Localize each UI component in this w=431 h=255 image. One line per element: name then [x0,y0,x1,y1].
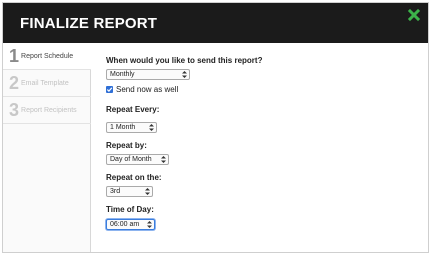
dialog-title: FINALIZE REPORT [20,15,158,32]
step-label: Report Schedule [21,52,74,60]
frequency-value: Monthly [110,71,135,78]
dialog-header: FINALIZE REPORT [3,3,428,43]
select-arrows-icon [149,124,154,131]
finalize-report-dialog: FINALIZE REPORT 1 Report Schedule 2 Emai… [2,2,429,253]
select-arrows-icon [161,156,166,163]
time-of-day-label: Time of Day: [106,205,154,214]
steps-sidebar: 1 Report Schedule 2 Email Template 3 Rep… [3,43,91,252]
checkmark-icon [106,87,113,92]
send-now-checkbox[interactable] [106,86,113,93]
repeat-every-select[interactable]: 1 Month [106,122,157,133]
step-number: 2 [9,73,20,93]
send-question-label: When would you like to send this report? [106,56,263,65]
step-label: Email Template [21,79,69,87]
repeat-on-select[interactable]: 3rd [106,186,153,197]
step-email-template[interactable]: 2 Email Template [3,70,91,97]
repeat-every-value: 1 Month [110,124,136,131]
repeat-on-value: 3rd [110,188,121,195]
select-arrows-icon [182,71,187,78]
step-label: Report Recipients [21,106,77,114]
step-report-schedule[interactable]: 1 Report Schedule [3,43,91,70]
close-icon[interactable] [407,8,421,22]
repeat-by-label: Repeat by: [106,141,147,150]
send-now-label: Send now as well [116,85,179,94]
step-number: 1 [9,46,20,66]
time-of-day-value: 06:00 am [110,221,140,228]
repeat-by-value: Day of Month [110,156,152,163]
select-arrows-icon [147,221,152,228]
repeat-every-label: Repeat Every: [106,105,160,114]
repeat-on-label: Repeat on the: [106,173,162,182]
select-arrows-icon [145,188,150,195]
time-of-day-select[interactable]: 06:00 am [106,219,155,230]
repeat-by-select[interactable]: Day of Month [106,154,169,165]
send-now-row: Send now as well [106,85,178,94]
step-number: 3 [9,100,20,120]
step-report-recipients[interactable]: 3 Report Recipients [3,97,91,124]
frequency-select[interactable]: Monthly [106,69,190,80]
